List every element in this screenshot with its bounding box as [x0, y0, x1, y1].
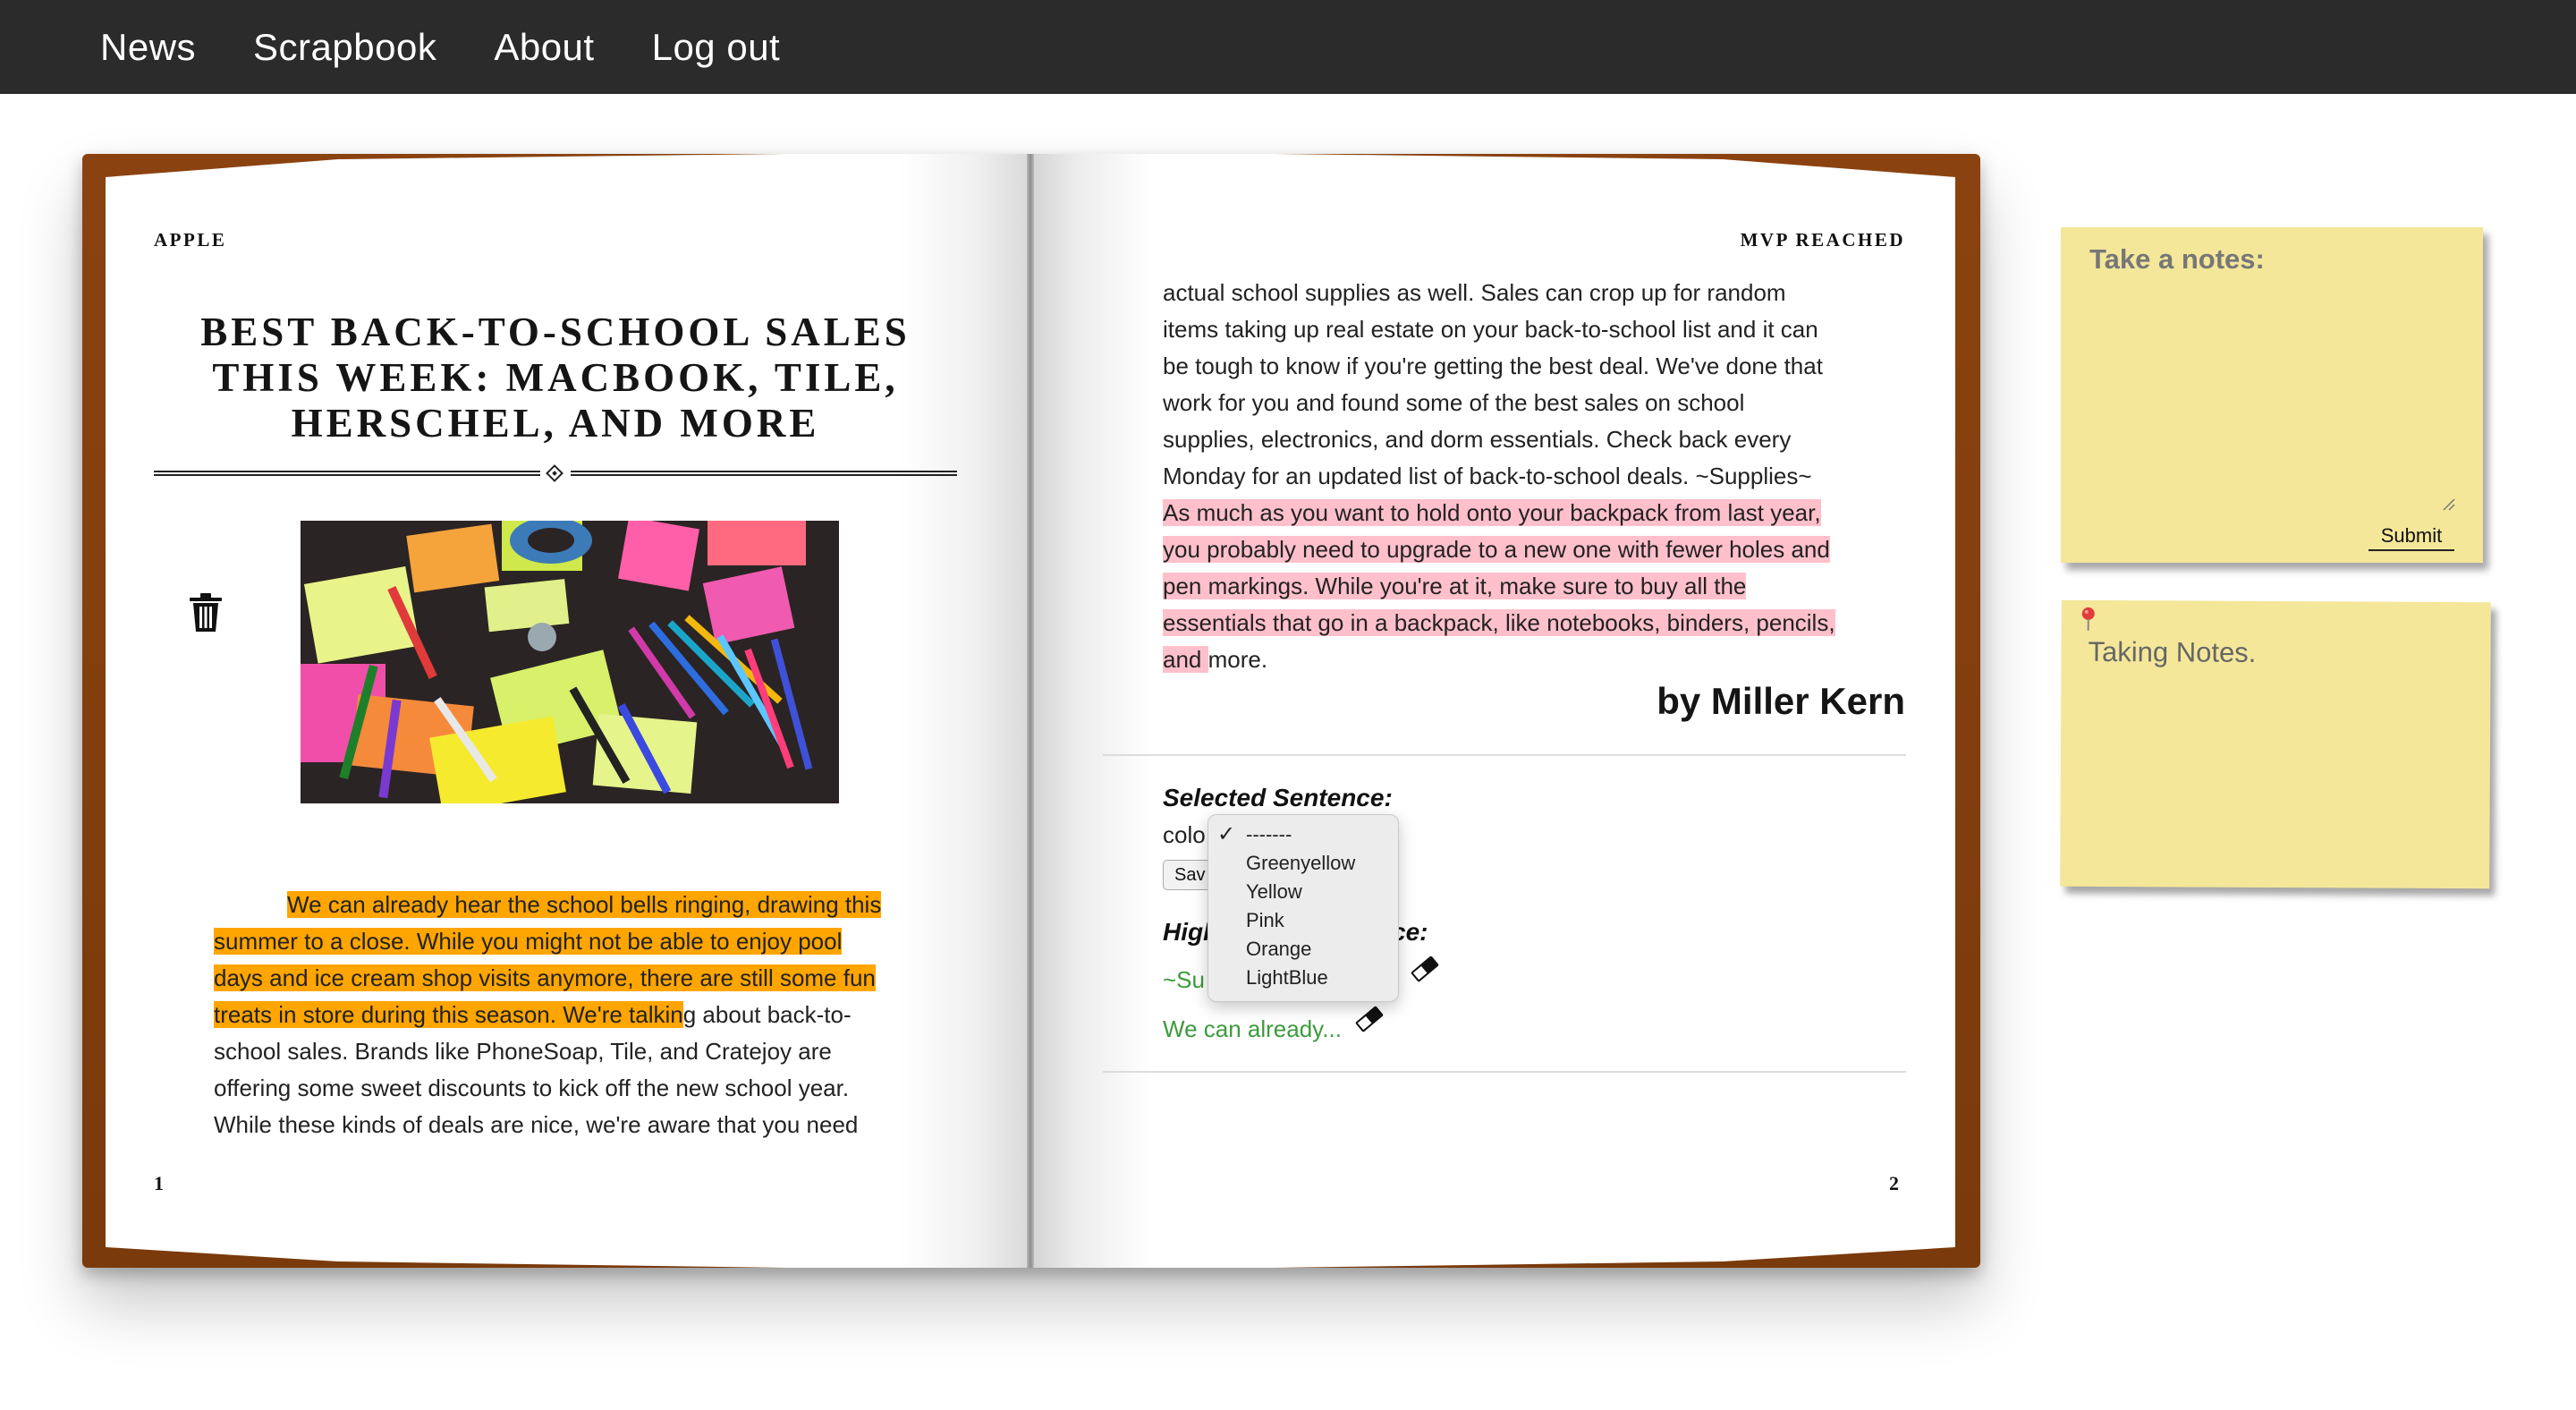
color-select-dropdown[interactable]: ✓ ------- Greenyellow Yellow Pink Orange… [1208, 814, 1399, 1002]
pushpin-icon [2081, 607, 2095, 631]
body-text-tail: more. [1208, 646, 1268, 673]
note-form-heading: Take a notes: [2089, 243, 2265, 275]
right-page-number: 2 [1889, 1172, 1899, 1194]
title-divider [154, 464, 957, 482]
left-running-head: APPLE [154, 229, 227, 251]
color-select-label: colo [1163, 821, 1206, 848]
delete-article-button[interactable] [188, 592, 224, 633]
eraser-icon [1411, 956, 1439, 982]
nav-about-link[interactable]: About [494, 26, 594, 69]
book-spine [1027, 154, 1034, 1268]
color-option-greenyellow[interactable]: Greenyellow [1208, 849, 1398, 878]
left-page-body[interactable]: We can already hear the school bells rin… [214, 887, 894, 1143]
right-running-head: MVP REACHED [1740, 229, 1905, 251]
option-label: ------- [1246, 823, 1292, 845]
highlighted-sentence-label-start: Higl [1163, 918, 1210, 946]
article-image [301, 521, 839, 803]
nav-logout-link[interactable]: Log out [652, 26, 781, 69]
color-option-lightblue[interactable]: LightBlue [1208, 964, 1398, 992]
nav-scrapbook-link[interactable]: Scrapbook [253, 26, 436, 69]
top-navbar: News Scrapbook About Log out [0, 0, 2576, 94]
remove-highlight-button[interactable] [1410, 956, 1440, 982]
article-byline: by Miller Kern [1657, 680, 1905, 722]
trash-icon [190, 593, 222, 632]
checkmark-icon: ✓ [1217, 822, 1236, 846]
resize-handle-icon[interactable] [2442, 497, 2456, 512]
color-option-yellow[interactable]: Yellow [1208, 878, 1398, 906]
article-title: Best Back-to-School Sales This Week: Mac… [200, 310, 911, 446]
section-divider [1103, 754, 1906, 756]
nav-news-link[interactable]: News [100, 26, 196, 69]
note-submit-button[interactable]: Submit [2368, 522, 2454, 551]
body-text: actual school supplies as well. Sales ca… [1163, 279, 1823, 489]
highlight-item-we-can-already[interactable]: We can already... [1163, 1015, 1342, 1043]
eraser-icon [1355, 1006, 1384, 1032]
saved-note-text: Taking Notes. [2088, 635, 2257, 668]
divider-ornament-icon [546, 464, 564, 482]
saved-note[interactable]: Taking Notes. [2060, 599, 2491, 889]
section-divider [1103, 1071, 1906, 1073]
left-page-number: 1 [154, 1172, 164, 1194]
remove-highlight-button[interactable] [1354, 1006, 1385, 1032]
selected-sentence-label: Selected Sentence: [1163, 784, 1393, 811]
highlight-item-supplies[interactable]: ~Su [1163, 966, 1205, 994]
right-page-body[interactable]: actual school supplies as well. Sales ca… [1163, 275, 1843, 678]
color-option-pink[interactable]: Pink [1208, 906, 1398, 935]
color-option-none[interactable]: ✓ ------- [1208, 820, 1398, 849]
color-option-orange[interactable]: Orange [1208, 935, 1398, 964]
note-textarea[interactable] [2086, 290, 2458, 505]
note-form: Take a notes: Submit [2061, 227, 2483, 563]
